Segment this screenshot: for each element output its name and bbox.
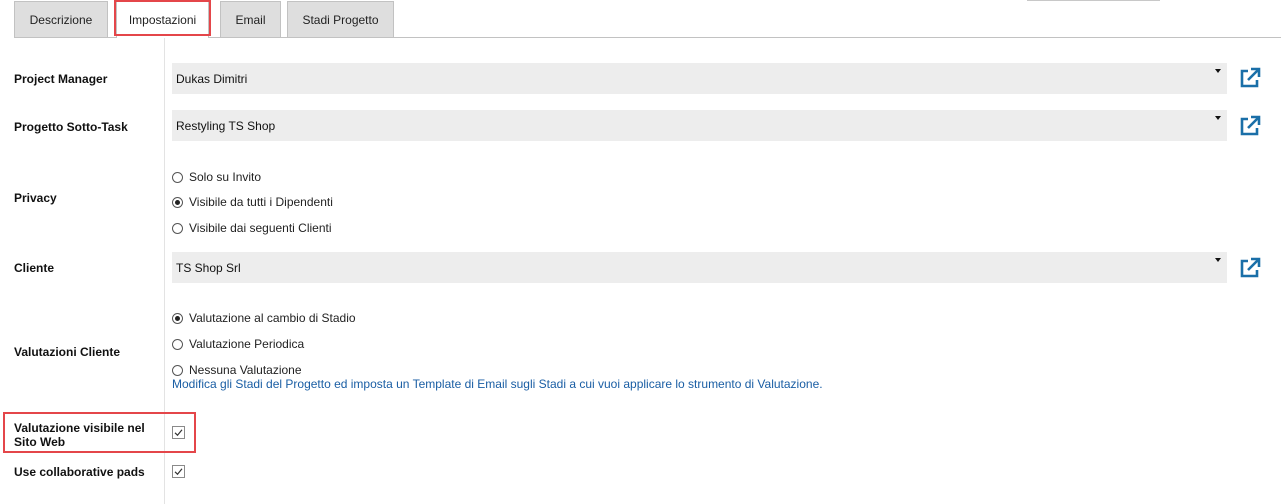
- radio-button[interactable]: [172, 338, 183, 350]
- privacy-label: Privacy: [14, 191, 57, 205]
- external-link-icon[interactable]: [1239, 115, 1261, 137]
- caret-down-icon: [1215, 258, 1221, 262]
- progetto-sotto-task-label: Progetto Sotto-Task: [14, 120, 128, 134]
- external-link-icon[interactable]: [1239, 67, 1261, 89]
- cliente-value: TS Shop Srl: [176, 260, 241, 275]
- radio-label: Valutazione al cambio di Stadio: [189, 311, 356, 325]
- caret-down-icon: [1215, 116, 1221, 120]
- progetto-sotto-task-value: Restyling TS Shop: [176, 118, 276, 133]
- tab-bar: Descrizione Impostazioni Email Stadi Pro…: [0, 0, 1281, 38]
- tab-stadi-progetto[interactable]: Stadi Progetto: [287, 1, 394, 37]
- radio-button[interactable]: [172, 312, 183, 324]
- privacy-option-solo-invito[interactable]: Solo su Invito: [172, 169, 261, 185]
- tab-email[interactable]: Email: [220, 1, 281, 37]
- valutazione-option-cambio-stadio[interactable]: Valutazione al cambio di Stadio: [172, 310, 356, 326]
- tab-descrizione[interactable]: Descrizione: [14, 1, 108, 37]
- cliente-label: Cliente: [14, 261, 55, 275]
- valutazione-visibile-label-line2: Sito Web: [14, 435, 66, 449]
- radio-label: Visibile dai seguenti Clienti: [189, 221, 332, 235]
- valutazione-visibile-label-line1: Valutazione visibile nel: [14, 421, 145, 435]
- progetto-sotto-task-select[interactable]: Restyling TS Shop: [172, 110, 1227, 141]
- radio-label: Valutazione Periodica: [189, 337, 305, 351]
- valutazione-visibile-checkbox[interactable]: [172, 426, 185, 439]
- cliente-select[interactable]: TS Shop Srl: [172, 252, 1227, 283]
- privacy-option-visibile-dipendenti[interactable]: Visibile da tutti i Dipendenti: [172, 194, 333, 210]
- privacy-option-visibile-clienti[interactable]: Visibile dai seguenti Clienti: [172, 220, 332, 236]
- form-column-divider: [164, 38, 165, 504]
- external-link-icon[interactable]: [1239, 257, 1261, 279]
- collaborative-pads-checkbox[interactable]: [172, 465, 185, 478]
- tab-impostazioni[interactable]: Impostazioni: [116, 1, 209, 38]
- radio-label: Solo su Invito: [189, 170, 262, 184]
- checkmark-icon: [174, 429, 183, 437]
- checkmark-icon: [174, 468, 183, 476]
- valutazioni-cliente-label: Valutazioni Cliente: [14, 345, 121, 359]
- radio-button[interactable]: [172, 222, 183, 234]
- project-manager-value: Dukas Dimitri: [176, 71, 248, 86]
- valutazione-option-periodica[interactable]: Valutazione Periodica: [172, 336, 304, 352]
- radio-label: Visibile da tutti i Dipendenti: [189, 195, 333, 209]
- radio-button[interactable]: [172, 364, 183, 376]
- collaborative-pads-label: Use collaborative pads: [14, 465, 145, 479]
- radio-button[interactable]: [172, 171, 183, 183]
- project-manager-select[interactable]: Dukas Dimitri: [172, 63, 1227, 94]
- valutazione-option-nessuna[interactable]: Nessuna Valutazione: [172, 362, 302, 378]
- valutazione-visibile-label: Valutazione visibile nel Sito Web: [14, 421, 145, 449]
- radio-label: Nessuna Valutazione: [189, 363, 302, 377]
- radio-button[interactable]: [172, 196, 183, 208]
- project-manager-label: Project Manager: [14, 72, 108, 86]
- caret-down-icon: [1215, 69, 1221, 73]
- stadi-template-help-link[interactable]: Modifica gli Stadi del Progetto ed impos…: [172, 377, 823, 391]
